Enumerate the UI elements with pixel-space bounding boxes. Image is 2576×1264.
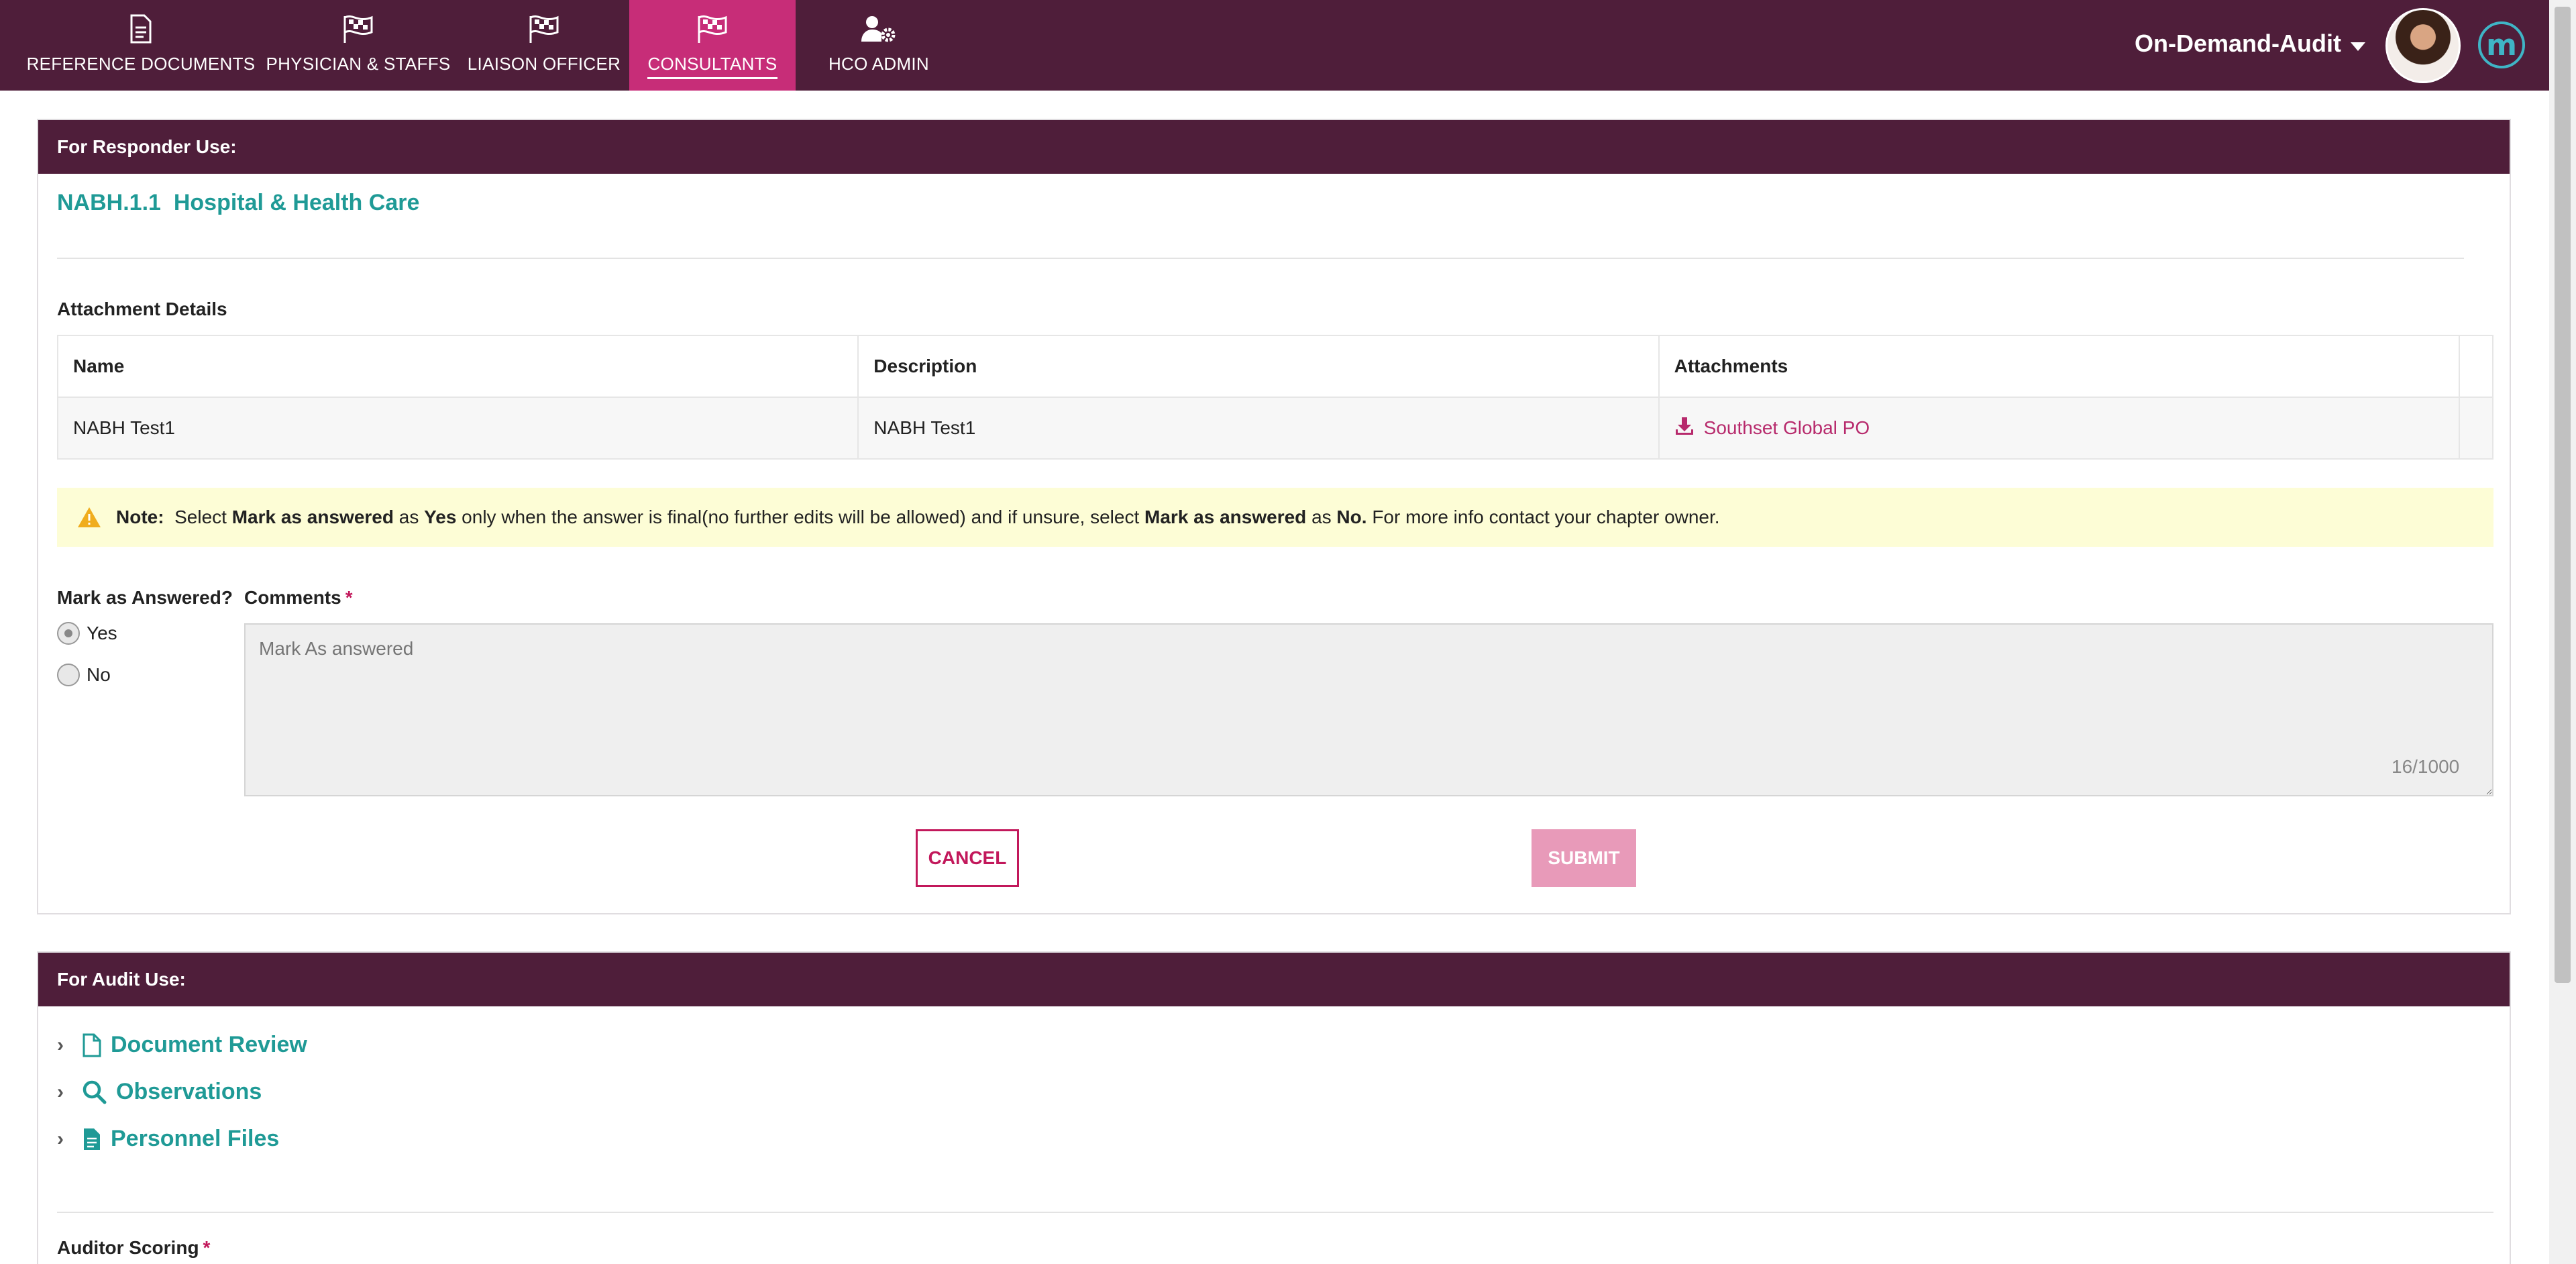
radio-yes-control[interactable] xyxy=(57,622,80,645)
standard-name: Hospital & Health Care xyxy=(173,190,420,215)
nav-label: LIAISON OFFICER xyxy=(467,54,621,74)
required-asterisk: * xyxy=(203,1237,211,1258)
accordion-observations[interactable]: › Observations xyxy=(57,1079,262,1105)
column-header-empty xyxy=(2458,335,2494,398)
standard-title: NABH.1.1 Hospital & Health Care xyxy=(57,190,419,216)
accordion-label: Personnel Files xyxy=(111,1126,280,1151)
comments-label: Comments * xyxy=(244,587,353,609)
cell-attachment: Southset Global PO xyxy=(1658,397,2460,460)
note-bold-4: No. xyxy=(1336,507,1367,527)
nav-label: CONSULTANTS xyxy=(647,54,777,79)
comments-label-text: Comments xyxy=(244,587,341,608)
accordion-document-review[interactable]: › Document Review xyxy=(57,1032,307,1058)
radio-no-control[interactable] xyxy=(57,664,80,686)
note-banner: Note: Select Mark as answered as Yes onl… xyxy=(57,488,2493,547)
note-bold-1: Mark as answered xyxy=(231,507,394,527)
vertical-scrollbar[interactable] xyxy=(2549,0,2576,1264)
nav-label: HCO ADMIN xyxy=(828,54,930,74)
character-counter: 16/1000 xyxy=(2392,756,2460,777)
note-label: Note: xyxy=(116,507,164,527)
radio-yes[interactable]: Yes xyxy=(57,622,117,645)
download-icon xyxy=(1674,416,1695,441)
nav-label: REFERENCE DOCUMENTS xyxy=(26,54,256,74)
search-icon xyxy=(83,1080,107,1104)
divider xyxy=(57,258,2464,259)
attachment-details-label: Attachment Details xyxy=(57,299,227,319)
audit-panel: For Audit Use: › Document Review › Obser… xyxy=(37,951,2511,1264)
audit-selector-label: On-Demand-Audit xyxy=(2135,30,2341,57)
auditor-scoring-label: Auditor Scoring * xyxy=(57,1237,210,1259)
nav-reference-documents[interactable]: REFERENCE DOCUMENTS xyxy=(27,0,255,91)
user-gear-icon xyxy=(861,12,896,46)
flag-icon xyxy=(696,12,729,46)
responder-panel: For Responder Use: NABH.1.1 Hospital & H… xyxy=(37,119,2511,914)
document-icon xyxy=(129,12,152,46)
audit-panel-header: For Audit Use: xyxy=(38,953,2510,1006)
required-asterisk: * xyxy=(345,587,353,608)
radio-no[interactable]: No xyxy=(57,664,111,686)
user-avatar[interactable] xyxy=(2385,8,2461,83)
mark-as-answered-label: Mark as Answered? xyxy=(57,587,233,608)
radio-no-label: No xyxy=(87,664,111,685)
cell-empty xyxy=(2458,397,2494,460)
column-header-name: Name xyxy=(56,335,859,398)
nav-consultants[interactable]: CONSULTANTS xyxy=(629,0,796,91)
audit-selector-dropdown[interactable]: On-Demand-Audit xyxy=(2135,30,2365,58)
accordion-personnel-files[interactable]: › Personnel Files xyxy=(57,1126,279,1152)
note-text-1: Select xyxy=(174,507,227,527)
attachment-name: Southset Global PO xyxy=(1703,417,1870,438)
top-navigation-bar: REFERENCE DOCUMENTS PHYSICIAN & STAFFS L… xyxy=(0,0,2576,91)
table-row: NABH Test1 NABH Test1 Southset Global PO xyxy=(56,397,2494,460)
column-header-attachments: Attachments xyxy=(1658,335,2460,398)
table-header-row: Name Description Attachments xyxy=(56,335,2494,398)
responder-panel-header: For Responder Use: xyxy=(38,120,2510,174)
document-icon xyxy=(83,1033,101,1057)
auditor-scoring-text: Auditor Scoring xyxy=(57,1237,199,1258)
column-header-description: Description xyxy=(857,335,1660,398)
chevron-right-icon: › xyxy=(57,1127,64,1150)
scrollbar-thumb[interactable] xyxy=(2555,7,2571,983)
nav-hco-admin[interactable]: HCO ADMIN xyxy=(812,0,946,91)
cancel-button[interactable]: CANCEL xyxy=(916,829,1019,887)
caret-down-icon xyxy=(2350,30,2365,58)
attachments-table: Name Description Attachments NABH Test1 … xyxy=(56,335,2494,460)
file-text-icon xyxy=(83,1127,101,1151)
comments-textarea[interactable] xyxy=(244,623,2493,796)
cell-name: NABH Test1 xyxy=(56,397,859,460)
flag-icon xyxy=(528,12,560,46)
app-logo[interactable]: m xyxy=(2478,21,2525,68)
nav-liaison-officer[interactable]: LIAISON OFFICER xyxy=(467,0,621,91)
divider xyxy=(57,1212,2493,1213)
warning-icon xyxy=(77,507,101,528)
chevron-right-icon: › xyxy=(57,1033,64,1056)
note-bold-3: Mark as answered xyxy=(1144,507,1307,527)
submit-button[interactable]: SUBMIT xyxy=(1532,829,1636,887)
note-text-2: as xyxy=(398,507,419,527)
note-text-4: as xyxy=(1311,507,1332,527)
accordion-label: Observations xyxy=(116,1079,262,1104)
radio-yes-label: Yes xyxy=(87,623,117,643)
note-text-3: only when the answer is final(no further… xyxy=(462,507,1140,527)
note-bold-2: Yes xyxy=(424,507,457,527)
flag-icon xyxy=(342,12,374,46)
note-text-5: For more info contact your chapter owner… xyxy=(1372,507,1720,527)
standard-code: NABH.1.1 xyxy=(57,190,161,215)
nav-physician-staffs[interactable]: PHYSICIAN & STAFFS xyxy=(266,0,451,91)
cell-description: NABH Test1 xyxy=(857,397,1660,460)
nav-label: PHYSICIAN & STAFFS xyxy=(266,54,451,74)
attachment-download-link[interactable]: Southset Global PO xyxy=(1674,416,1870,441)
chevron-right-icon: › xyxy=(57,1080,64,1103)
accordion-label: Document Review xyxy=(111,1032,307,1057)
